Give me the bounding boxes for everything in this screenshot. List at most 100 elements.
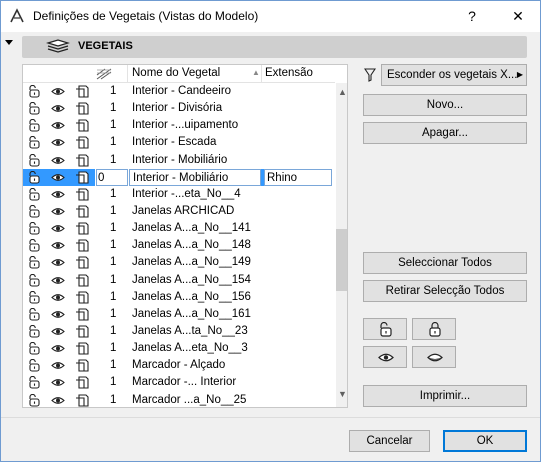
unlock-icon[interactable] <box>27 102 41 115</box>
row-pen-number[interactable]: 0 <box>96 168 128 186</box>
layer-file-icon[interactable] <box>75 171 89 184</box>
scroll-thumb[interactable] <box>336 229 347 291</box>
table-row[interactable]: 1 Interior - Candeeiro <box>23 83 335 100</box>
ok-button[interactable]: OK <box>443 430 527 452</box>
layer-file-icon[interactable] <box>75 393 89 407</box>
layer-file-icon[interactable] <box>75 342 89 355</box>
close-button[interactable]: ✕ <box>497 1 539 32</box>
eye-icon[interactable] <box>51 274 65 287</box>
table-row[interactable]: 1 Interior - Divisória <box>23 100 335 117</box>
new-button[interactable]: Novo... <box>363 94 527 116</box>
table-row[interactable]: 1 Janelas A...ta_No__23 <box>23 323 335 340</box>
unlock-icon[interactable] <box>27 136 41 149</box>
layer-file-icon[interactable] <box>75 256 89 269</box>
table-row[interactable]: 1 Marcador - Alçado <box>23 357 335 374</box>
eye-icon[interactable] <box>51 291 65 304</box>
layer-file-icon[interactable] <box>75 205 89 218</box>
unlock-icon[interactable] <box>27 359 41 372</box>
unlock-icon[interactable] <box>27 342 41 355</box>
layer-file-icon[interactable] <box>75 222 89 235</box>
layer-file-icon[interactable] <box>75 273 89 287</box>
eye-icon[interactable] <box>51 188 65 201</box>
table-row[interactable]: 1 Janelas ARCHICAD <box>23 203 335 220</box>
table-row[interactable]: 1 Interior - Escada <box>23 134 335 151</box>
eye-icon[interactable] <box>51 325 65 338</box>
layer-file-icon[interactable] <box>75 188 89 201</box>
unlock-icon[interactable] <box>27 153 41 167</box>
delete-button[interactable]: Apagar... <box>363 122 527 144</box>
unlock-icon[interactable] <box>27 204 41 218</box>
unlock-icon[interactable] <box>27 170 41 184</box>
eye-icon[interactable] <box>51 376 65 389</box>
row-layer-name[interactable]: Interior - Mobiliário <box>129 168 261 186</box>
hide-all-button[interactable] <box>412 346 456 368</box>
eye-icon[interactable] <box>51 85 65 98</box>
table-row[interactable]: 1 Marcador ...a_No__25 <box>23 392 335 407</box>
eye-icon[interactable] <box>51 119 65 132</box>
eye-icon[interactable] <box>51 102 65 115</box>
cancel-button[interactable]: Cancelar <box>349 430 430 452</box>
table-row[interactable]: 0 Interior - Mobiliário Rhino <box>23 168 335 186</box>
table-row[interactable]: 1 Janelas A...a_No__148 <box>23 237 335 254</box>
layer-file-icon[interactable] <box>75 239 89 252</box>
layer-file-icon[interactable] <box>75 291 89 304</box>
column-header-name[interactable]: Nome do Vegetal <box>132 67 220 79</box>
row-extension[interactable]: Rhino <box>264 168 332 186</box>
filter-dropdown[interactable]: Esconder os vegetais X... ▶ <box>381 64 527 86</box>
scroll-up-icon[interactable]: ▲ <box>338 87 347 97</box>
unlock-all-button[interactable] <box>363 318 407 340</box>
unlock-icon[interactable] <box>27 307 41 321</box>
table-row[interactable]: 1 Janelas A...a_No__149 <box>23 254 335 271</box>
unlock-icon[interactable] <box>27 119 41 132</box>
eye-icon[interactable] <box>51 394 65 407</box>
table-row[interactable]: 1 Interior -...uipamento <box>23 117 335 134</box>
layer-file-icon[interactable] <box>75 359 89 372</box>
table-row[interactable]: 1 Janelas A...a_No__141 <box>23 220 335 237</box>
layer-file-icon[interactable] <box>75 85 89 98</box>
print-button[interactable]: Imprimir... <box>363 385 527 407</box>
unlock-icon[interactable] <box>27 187 41 201</box>
help-button[interactable]: ? <box>455 1 489 32</box>
table-scrollbar[interactable]: ▲ ▼ <box>336 83 347 407</box>
eye-icon[interactable] <box>51 342 65 355</box>
layer-file-icon[interactable] <box>75 154 89 167</box>
unlock-icon[interactable] <box>27 222 41 235</box>
eye-icon[interactable] <box>51 222 65 235</box>
show-all-button[interactable] <box>363 346 407 368</box>
layer-file-icon[interactable] <box>75 102 89 115</box>
eye-icon[interactable] <box>51 359 65 372</box>
table-row[interactable]: 1 Janelas A...a_No__161 <box>23 306 335 323</box>
unlock-icon[interactable] <box>27 393 41 407</box>
eye-icon[interactable] <box>51 308 65 321</box>
unlock-icon[interactable] <box>27 273 41 287</box>
table-row[interactable]: 1 Interior -...eta_No__4 <box>23 186 335 203</box>
table-row[interactable]: 1 Marcador -... Interior <box>23 374 335 391</box>
lock-all-button[interactable] <box>412 318 456 340</box>
unlock-icon[interactable] <box>27 376 41 389</box>
scroll-down-icon[interactable]: ▼ <box>338 389 347 399</box>
table-row[interactable]: 1 Janelas A...a_No__154 <box>23 272 335 289</box>
table-row[interactable]: 1 Janelas A...a_No__156 <box>23 289 335 306</box>
layer-file-icon[interactable] <box>75 325 89 338</box>
select-all-button[interactable]: Seleccionar Todos <box>363 252 527 274</box>
unlock-icon[interactable] <box>27 256 41 269</box>
table-row[interactable]: 1 Interior - Mobiliário <box>23 152 335 169</box>
deselect-all-button[interactable]: Retirar Selecção Todos <box>363 280 527 302</box>
layer-file-icon[interactable] <box>75 308 89 321</box>
unlock-icon[interactable] <box>27 290 41 304</box>
collapse-arrow-icon[interactable] <box>5 40 13 45</box>
eye-icon[interactable] <box>51 256 65 269</box>
table-row[interactable]: 1 Janelas A...eta_No__3 <box>23 340 335 357</box>
layer-file-icon[interactable] <box>75 136 89 149</box>
unlock-icon[interactable] <box>27 84 41 98</box>
eye-icon[interactable] <box>51 154 65 167</box>
unlock-icon[interactable] <box>27 324 41 338</box>
layer-file-icon[interactable] <box>75 376 89 389</box>
eye-icon[interactable] <box>51 136 65 149</box>
unlock-icon[interactable] <box>27 239 41 252</box>
eye-icon[interactable] <box>51 205 65 218</box>
column-header-extension[interactable]: Extensão <box>265 67 313 79</box>
layer-file-icon[interactable] <box>75 119 89 132</box>
pen-weight-icon[interactable] <box>96 68 112 80</box>
eye-icon[interactable] <box>51 171 65 184</box>
